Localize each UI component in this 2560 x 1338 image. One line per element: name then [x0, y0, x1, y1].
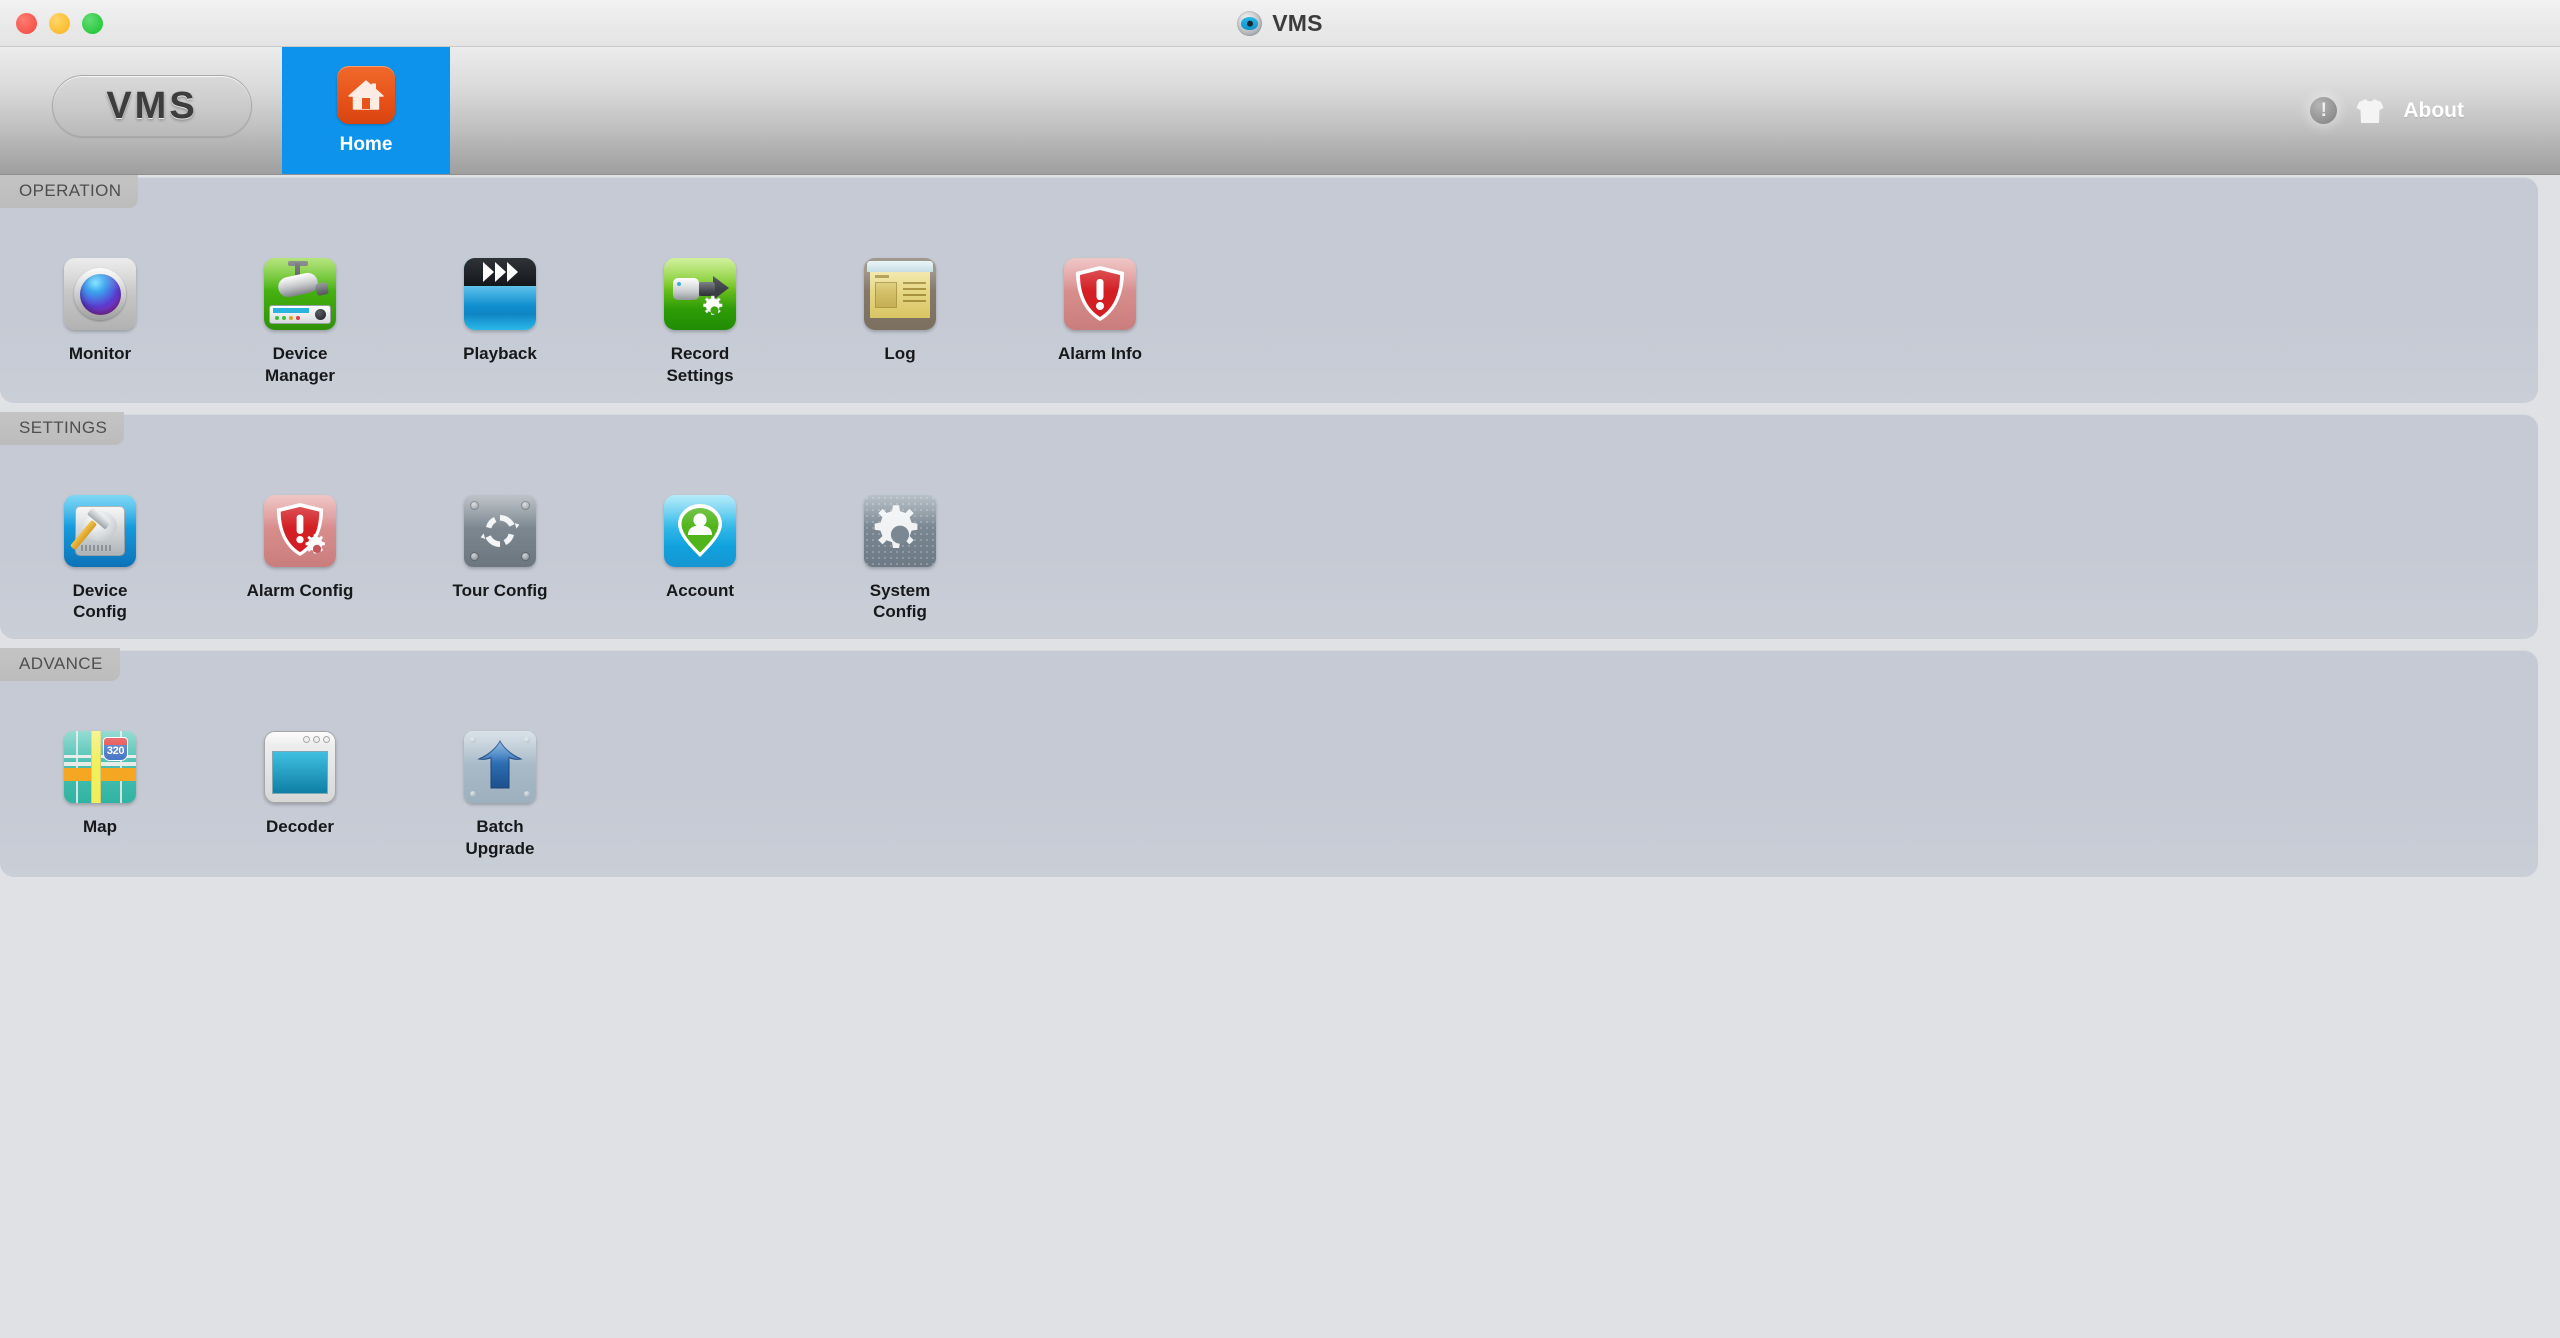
app-tour-config[interactable]: Tour Config	[400, 445, 600, 602]
vms-window: VMS VMS Home ! About OPERATION Monitor D…	[0, 0, 2560, 1338]
app-device-manager-label: Device Manager	[265, 344, 335, 385]
app-record-settings[interactable]: Record Settings	[600, 208, 800, 387]
app-log-label: Log	[884, 344, 916, 363]
app-record-settings-label: Record Settings	[666, 344, 734, 385]
advance-panel: 320 Map Decoder Batch Upgrade	[0, 650, 2538, 877]
main-toolbar: VMS Home ! About	[0, 47, 2560, 175]
maximize-window-button[interactable]	[82, 12, 103, 34]
close-window-button[interactable]	[16, 12, 37, 34]
app-decoder[interactable]: Decoder	[200, 681, 400, 838]
clapperboard-fastforward-icon	[464, 258, 536, 330]
app-batch-upgrade[interactable]: Batch Upgrade	[400, 681, 600, 860]
blue-up-arrow-plate-icon	[464, 731, 536, 803]
camera-eye-icon	[1237, 10, 1263, 36]
app-monitor-label: Monitor	[68, 344, 132, 363]
app-map[interactable]: 320 Map	[0, 681, 200, 838]
home-icon	[337, 65, 395, 124]
app-alarm-info[interactable]: Alarm Info	[1000, 208, 1200, 365]
tshirt-icon[interactable]	[2355, 97, 2385, 125]
operation-panel: Monitor Device Manager Playback Record S…	[0, 177, 2538, 403]
app-account-label: Account	[666, 580, 734, 600]
app-decoder-label: Decoder	[265, 817, 335, 836]
window-controls	[16, 0, 103, 46]
settings-panel: Device Config Alarm Config Tour Config A…	[0, 413, 2538, 639]
brand-label: VMS	[106, 84, 198, 127]
window-title: VMS	[1272, 9, 1323, 36]
window-screen-icon	[264, 731, 336, 803]
app-device-config[interactable]: Device Config	[0, 445, 200, 624]
info-glyph: !	[2320, 100, 2327, 121]
tab-home-label: Home	[339, 133, 393, 155]
refresh-cycle-plate-icon	[464, 494, 536, 567]
window-title-group: VMS	[0, 0, 2560, 46]
app-alarm-info-label: Alarm Info	[1057, 344, 1143, 363]
home-content: OPERATION Monitor Device Manager Playbac…	[0, 175, 2560, 1338]
security-camera-icon	[264, 258, 336, 330]
red-shield-exclamation-icon	[1064, 258, 1136, 330]
app-batch-upgrade-label: Batch Upgrade	[465, 817, 535, 858]
app-tour-config-label: Tour Config	[452, 580, 548, 600]
app-device-manager[interactable]: Device Manager	[200, 208, 400, 387]
app-device-config-label: Device Config	[72, 580, 128, 622]
toolbar-right-group: ! About	[2310, 47, 2560, 174]
app-alarm-config-label: Alarm Config	[246, 580, 354, 600]
info-icon[interactable]: !	[2310, 97, 2338, 124]
window-titlebar: VMS	[0, 0, 2560, 47]
app-playback[interactable]: Playback	[400, 208, 600, 365]
user-pin-icon	[664, 494, 736, 567]
camcorder-gear-icon	[664, 258, 736, 330]
section-operation: OPERATION Monitor Device Manager Playbac…	[0, 175, 2538, 403]
app-account[interactable]: Account	[600, 445, 800, 602]
section-title-advance: ADVANCE	[0, 648, 120, 681]
tab-home[interactable]: Home	[282, 47, 450, 174]
road-map-icon: 320	[64, 731, 136, 803]
section-settings: SETTINGS Device Config Alarm Config Tour…	[0, 411, 2538, 639]
app-monitor[interactable]: Monitor	[0, 208, 200, 365]
about-button[interactable]: About	[2403, 99, 2464, 123]
app-system-config-label: System Config	[869, 580, 931, 622]
disk-hammer-icon	[64, 494, 136, 567]
minimize-window-button[interactable]	[49, 12, 70, 34]
app-playback-label: Playback	[463, 344, 537, 363]
highway-shield-icon: 320	[103, 737, 128, 761]
red-shield-gear-icon	[264, 494, 336, 567]
section-title-settings: SETTINGS	[0, 411, 125, 445]
section-advance: ADVANCE 320 Map Decoder Batch Upgrade	[0, 648, 2538, 877]
monitor-lens-icon	[64, 258, 136, 330]
brand-logo: VMS	[52, 75, 252, 137]
app-system-config[interactable]: System Config	[800, 445, 1000, 624]
section-title-operation: OPERATION	[0, 175, 139, 208]
app-log[interactable]: Log	[800, 208, 1000, 365]
document-card-icon	[864, 258, 936, 330]
app-map-label: Map	[83, 817, 117, 836]
app-alarm-config[interactable]: Alarm Config	[200, 445, 400, 602]
toolbar-tabs: Home	[282, 47, 450, 174]
gear-plate-icon	[864, 494, 936, 567]
map-route-number: 320	[106, 745, 125, 757]
